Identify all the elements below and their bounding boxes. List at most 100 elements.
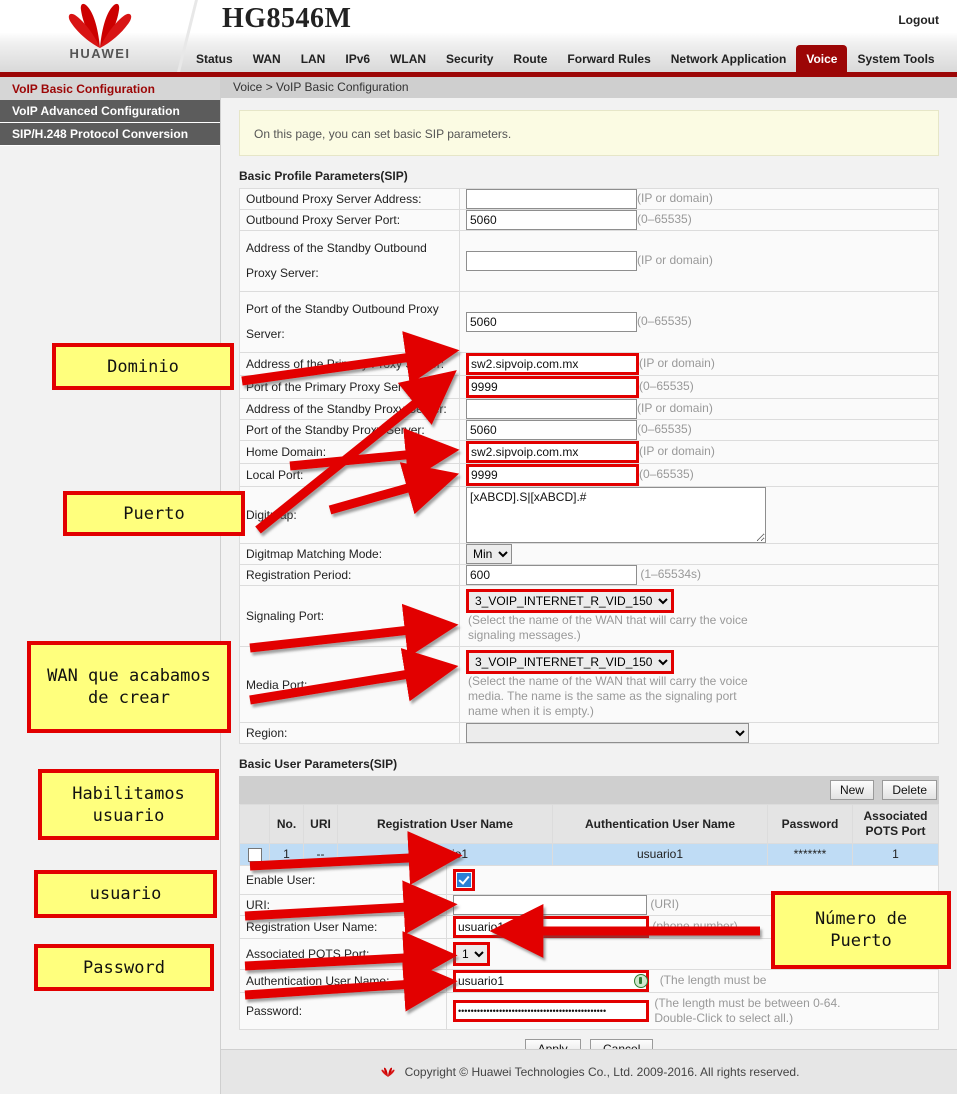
- profile-row-label: Address of the Standby Outbound Proxy Se…: [239, 230, 460, 292]
- user-column-header: Password: [767, 804, 853, 844]
- region-label: Region:: [239, 722, 460, 744]
- profile-row-field: (0–65535): [459, 291, 939, 353]
- page-header: HUAWEI HG8546M Logout Status WAN LAN IPv6 WL…: [0, 0, 957, 77]
- cell-password: *******: [767, 843, 853, 866]
- sidebar-item-voip-basic-configuration[interactable]: VoIP Basic Configuration: [0, 77, 220, 100]
- profile-row-hint: (IP or domain): [637, 253, 713, 268]
- signaling-port-hint: (Select the name of the WAN that will ca…: [468, 613, 748, 642]
- uri-input[interactable]: [453, 894, 647, 915]
- profile-row-label: Outbound Proxy Server Address:: [239, 188, 460, 210]
- new-button[interactable]: New: [829, 780, 874, 800]
- profile-row-hint: (IP or domain): [639, 444, 715, 459]
- media-port-cell: 3_VOIP_INTERNET_R_VID_1503 (Select the n…: [459, 646, 939, 723]
- signaling-port-label: Signaling Port:: [239, 585, 460, 647]
- nav-item-network-application[interactable]: Network Application: [661, 45, 797, 72]
- logout-link[interactable]: Logout: [898, 13, 939, 27]
- profile-row-label: Outbound Proxy Server Port:: [239, 209, 460, 231]
- nav-item-ipv6[interactable]: IPv6: [335, 45, 380, 72]
- row-registration-period: Registration Period: (1–65534s): [239, 564, 939, 586]
- profile-row-hint: (0–65535): [637, 314, 692, 329]
- profile-input[interactable]: [466, 189, 637, 209]
- associated-pots-port-select[interactable]: 1: [453, 941, 490, 966]
- signaling-port-select[interactable]: 3_VOIP_INTERNET_R_VID_1503: [466, 589, 674, 613]
- associated-pots-port-label: Associated POTS Port:: [239, 937, 447, 970]
- authentication-user-name-input[interactable]: [453, 969, 649, 992]
- sidebar-item-voip-advanced-configuration[interactable]: VoIP Advanced Configuration: [0, 100, 220, 123]
- table-row[interactable]: 1 -- usuario1 usuario1 ******* 1: [239, 843, 939, 866]
- footer-logo: [379, 1065, 397, 1079]
- profile-input[interactable]: [466, 464, 639, 486]
- profile-input[interactable]: [466, 210, 637, 230]
- media-port-hint: (Select the name of the WAN that will ca…: [468, 674, 748, 718]
- authentication-user-name-hint: (The length must be: [659, 973, 767, 987]
- region-cell: [459, 722, 939, 744]
- registration-period-input[interactable]: [466, 565, 637, 585]
- password-cell: (The length must be between 0-64. Double…: [446, 991, 939, 1030]
- delete-button[interactable]: Delete: [882, 780, 937, 800]
- device-model: HG8546M: [222, 3, 352, 34]
- annotation-dominio: Dominio: [52, 343, 234, 390]
- uri-label: URI:: [239, 893, 447, 916]
- profile-row: Address of the Standby Proxy Server: (IP …: [239, 398, 939, 420]
- profile-row-field: (IP or domain): [459, 230, 939, 292]
- row-select-cell: [239, 843, 270, 866]
- profile-row-label: Port of the Standby Proxy Server:: [239, 419, 460, 441]
- profile-row-hint: (0–65535): [637, 422, 692, 437]
- nav-item-lan[interactable]: LAN: [291, 45, 336, 72]
- user-list-table: No. URI Registration User Name Authenticati…: [239, 804, 939, 866]
- password-input[interactable]: [453, 999, 649, 1022]
- huawei-flower-icon-small: [381, 1067, 395, 1077]
- profile-row-field: (0–65535): [459, 375, 939, 399]
- profile-row: Address of the Primary Proxy Server: (IP …: [239, 352, 939, 376]
- profile-input[interactable]: [466, 441, 639, 463]
- sidebar-item-sip-h-248-protocol-conversion[interactable]: SIP/H.248 Protocol Conversion: [0, 123, 220, 146]
- region-select[interactable]: [466, 723, 749, 743]
- nav-item-wlan[interactable]: WLAN: [380, 45, 436, 72]
- profile-row: Home Domain: (IP or domain): [239, 440, 939, 464]
- nav-item-status[interactable]: Status: [186, 45, 243, 72]
- row-region: Region:: [239, 722, 939, 744]
- user-column-header: Authentication User Name: [552, 804, 768, 844]
- authentication-user-name-cell: (The length must be: [446, 968, 939, 993]
- registration-user-name-input[interactable]: [453, 915, 649, 938]
- profile-row-field: (IP or domain): [459, 352, 939, 376]
- profile-input[interactable]: [466, 420, 637, 440]
- profile-row-field: (IP or domain): [459, 188, 939, 210]
- profile-input[interactable]: [466, 353, 639, 375]
- nav-item-route[interactable]: Route: [503, 45, 557, 72]
- registration-user-name-label: Registration User Name:: [239, 914, 447, 939]
- signaling-port-cell: 3_VOIP_INTERNET_R_VID_1503 (Select the n…: [459, 585, 939, 647]
- profile-row-label: Address of the Standby Proxy Server:: [239, 398, 460, 420]
- profile-row-field: (0–65535): [459, 463, 939, 487]
- cell-uri: --: [303, 843, 338, 866]
- profile-input[interactable]: [466, 399, 637, 419]
- row-checkbox[interactable]: [247, 847, 262, 862]
- sidebar: VoIP Basic Configuration VoIP Advanced Co…: [0, 77, 221, 1094]
- profile-input[interactable]: [466, 251, 637, 271]
- digitmap-textarea[interactable]: [xABCD].S|[xABCD].#: [466, 487, 766, 543]
- password-label: Password:: [239, 991, 447, 1030]
- user-column-header: No.: [269, 804, 304, 844]
- profile-row-hint: (IP or domain): [637, 191, 713, 206]
- nav-item-security[interactable]: Security: [436, 45, 503, 72]
- media-port-select[interactable]: 3_VOIP_INTERNET_R_VID_1503: [466, 650, 674, 674]
- user-column-header: Associated POTS Port: [852, 804, 939, 844]
- enable-user-checkbox[interactable]: [457, 872, 471, 887]
- digitmap-mode-cell: Min: [459, 543, 939, 565]
- nav-item-wan[interactable]: WAN: [243, 45, 291, 72]
- annotation-puerto: Puerto: [63, 491, 245, 536]
- nav-item-system-tools[interactable]: System Tools: [847, 45, 944, 72]
- uri-hint: (URI): [650, 897, 680, 911]
- user-column-header: Registration User Name: [337, 804, 553, 844]
- profile-input[interactable]: [466, 376, 639, 398]
- nav-item-forward-rules[interactable]: Forward Rules: [557, 45, 660, 72]
- copyright-text: Copyright © Huawei Technologies Co., Ltd…: [404, 1065, 800, 1079]
- profile-input[interactable]: [466, 312, 637, 332]
- row-digitmap-mode: Digitmap Matching Mode: Min: [239, 543, 939, 565]
- enable-user-highlight: [453, 868, 475, 891]
- media-port-label: Media Port:: [239, 646, 460, 723]
- nav-item-voice[interactable]: Voice: [796, 45, 848, 72]
- basic-profile-table: Outbound Proxy Server Address: (IP or dom…: [239, 188, 939, 744]
- row-enable-user: Enable User:: [239, 864, 939, 895]
- digitmap-mode-select[interactable]: Min: [466, 544, 512, 564]
